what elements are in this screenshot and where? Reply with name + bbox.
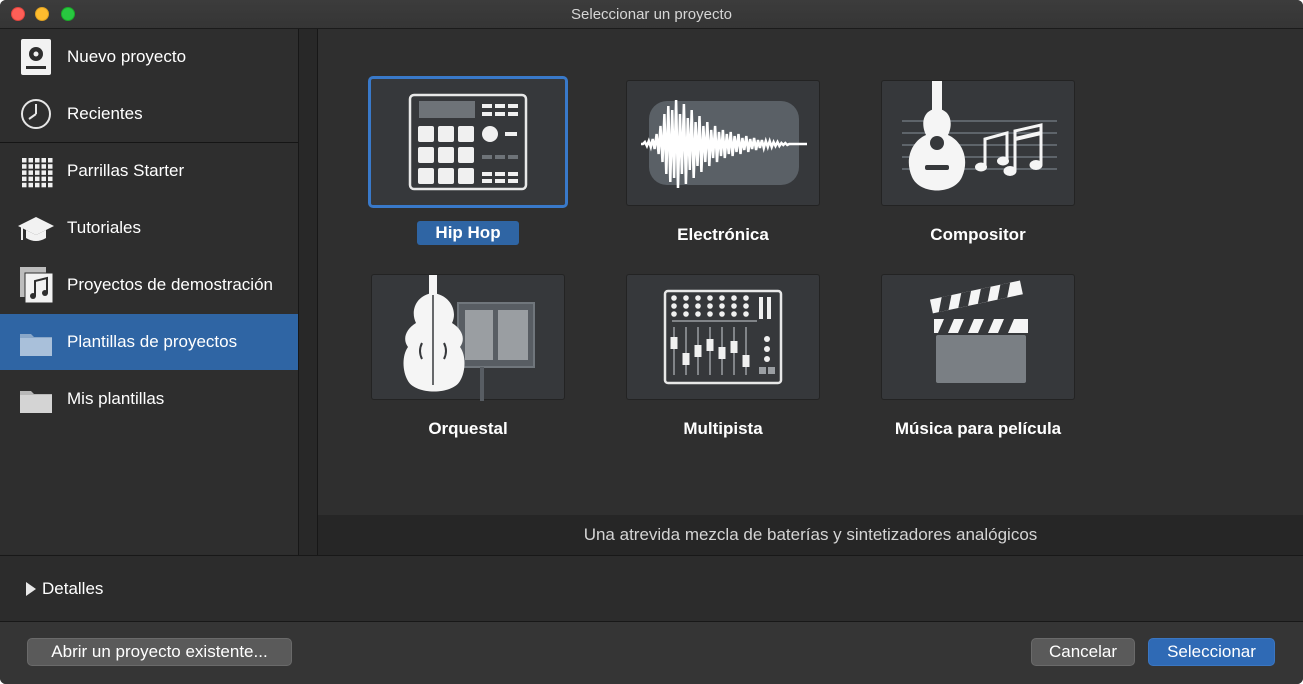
sidebar-item-label: Mis plantillas: [67, 389, 165, 408]
grid-icon: [22, 158, 53, 188]
drum-machine-icon: [408, 93, 528, 191]
sidebar-item-label: Recientes: [67, 104, 143, 123]
project-chooser-window: Seleccionar un proyecto Nuevo proyecto R…: [0, 0, 1303, 684]
clapperboard-icon: [929, 280, 1028, 383]
template-label-compositor: Compositor: [930, 225, 1026, 244]
footer: Abrir un proyecto existente... Cancelar …: [0, 622, 1303, 684]
new-project-icon: [21, 39, 51, 75]
sidebar-item-starter-grids[interactable]: Parrillas Starter: [0, 143, 298, 199]
guitar-icon: [902, 81, 1057, 191]
folder-icon: [20, 334, 52, 356]
sidebar: Nuevo proyecto Recientes Parrillas Start…: [0, 29, 298, 554]
template-label-electronica: Electrónica: [677, 225, 769, 244]
template-description: Una atrevida mezcla de baterías y sintet…: [318, 515, 1303, 555]
template-grid: Hip Hop Electrónica Compositor Orquestal…: [318, 29, 1303, 515]
open-existing-project-button[interactable]: Abrir un proyecto existente...: [27, 638, 292, 666]
template-tile-hip-hop[interactable]: [368, 76, 568, 208]
folder-icon: [20, 391, 52, 413]
sidebar-item-label: Parrillas Starter: [67, 161, 185, 180]
select-button[interactable]: Seleccionar: [1148, 638, 1275, 666]
template-label-orquestal: Orquestal: [428, 419, 508, 438]
template-label-musica-pelicula: Música para película: [894, 419, 1062, 438]
window-title: Seleccionar un proyecto: [571, 6, 732, 23]
graduation-cap-icon: [18, 217, 54, 241]
details-section: Detalles: [0, 556, 1303, 621]
disclosure-triangle-icon[interactable]: [26, 582, 36, 596]
cello-icon: [403, 275, 535, 401]
template-tile-multipista[interactable]: [626, 274, 820, 400]
template-tile-orquestal[interactable]: [371, 274, 565, 401]
sidebar-item-my-templates[interactable]: Mis plantillas: [0, 371, 298, 427]
cancel-button[interactable]: Cancelar: [1031, 638, 1135, 666]
mixer-icon: [663, 289, 783, 385]
waveform-icon: [641, 99, 807, 189]
sidebar-item-recents[interactable]: Recientes: [0, 86, 298, 142]
template-tile-musica-pelicula[interactable]: [881, 274, 1075, 400]
music-note-icon: [20, 267, 54, 304]
sidebar-item-tutorials[interactable]: Tutoriales: [0, 200, 298, 256]
sidebar-item-label: Nuevo proyecto: [67, 47, 187, 66]
sidebar-item-label: Proyectos de demostración: [67, 275, 273, 294]
template-tile-electronica[interactable]: [626, 80, 820, 206]
sidebar-item-label: Plantillas de proyectos: [67, 332, 238, 351]
clock-icon: [21, 99, 51, 129]
details-toggle[interactable]: Detalles: [42, 579, 103, 599]
template-label-multipista: Multipista: [683, 419, 763, 438]
sidebar-item-new-project[interactable]: Nuevo proyecto: [0, 29, 298, 85]
template-tile-compositor[interactable]: [881, 80, 1075, 206]
sidebar-item-label: Tutoriales: [67, 218, 142, 237]
sidebar-item-project-templates[interactable]: Plantillas de proyectos: [0, 314, 298, 370]
template-label-hip-hop: Hip Hop: [348, 221, 588, 245]
title-bar: Seleccionar un proyecto: [0, 0, 1303, 29]
sidebar-splitter[interactable]: [298, 29, 318, 555]
sidebar-item-demo-projects[interactable]: Proyectos de demostración: [0, 257, 298, 313]
